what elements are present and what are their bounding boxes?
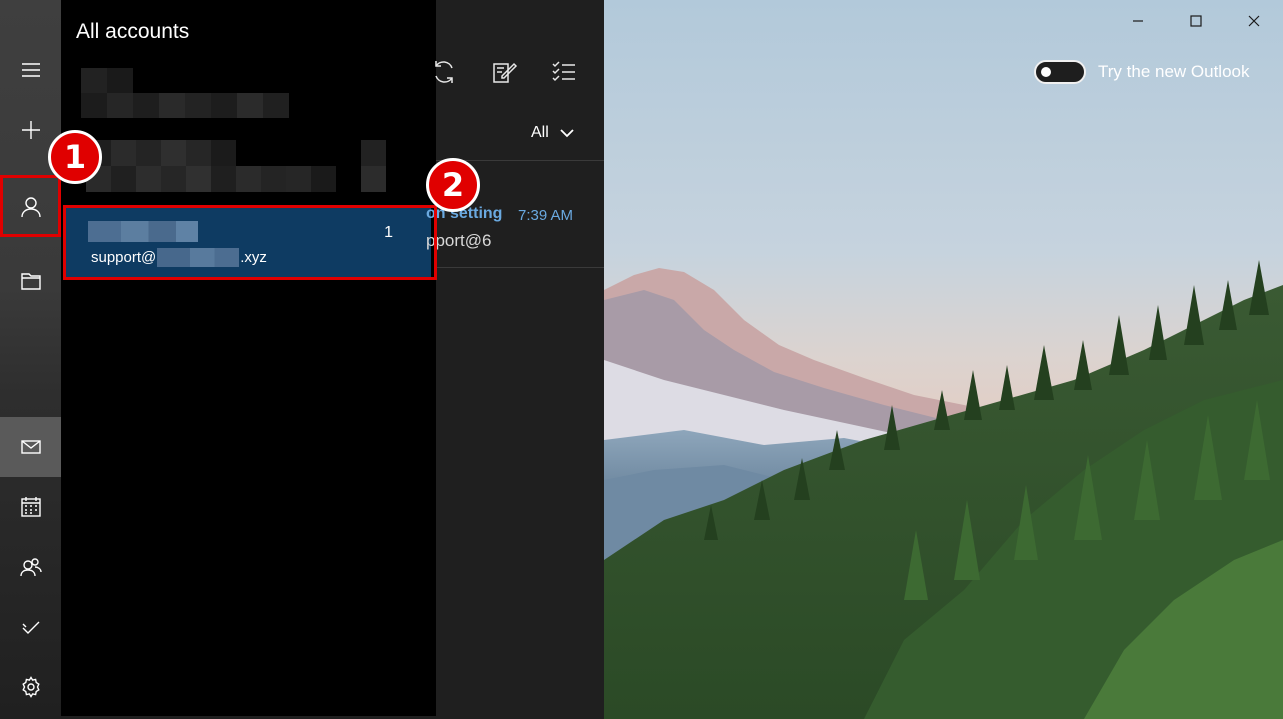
step2-badge: 2	[426, 158, 480, 212]
mail-icon	[20, 440, 41, 454]
filter-label: All	[531, 124, 549, 141]
todo-icon	[22, 621, 39, 634]
minimize-icon	[1133, 20, 1143, 22]
selection-mode-button[interactable]	[550, 58, 578, 86]
reading-pane: Try the new Outlook	[604, 0, 1283, 719]
settings-button[interactable]	[0, 657, 61, 717]
people-app-button[interactable]	[0, 537, 61, 597]
chevron-down-icon	[560, 129, 574, 138]
message-sender: pport@6	[426, 231, 492, 250]
sync-button[interactable]	[430, 58, 458, 86]
redacted-account-name[interactable]	[81, 68, 289, 118]
flyout-title: All accounts	[76, 20, 190, 43]
compose-edit-button[interactable]	[490, 58, 518, 86]
minimize-button[interactable]	[1109, 0, 1167, 42]
maximize-button[interactable]	[1167, 0, 1225, 42]
background-landscape-image	[604, 0, 1283, 719]
try-new-outlook-toggle[interactable]: Try the new Outlook	[1034, 60, 1250, 84]
maximize-icon	[1190, 15, 1202, 27]
close-button[interactable]	[1225, 0, 1283, 42]
redacted-account-email[interactable]	[86, 140, 386, 192]
list-divider	[436, 267, 604, 268]
try-new-outlook-label: Try the new Outlook	[1098, 62, 1250, 81]
collapse-menu-button[interactable]	[0, 40, 61, 100]
add-icon	[21, 121, 40, 139]
message-list-pane: All on setting 7:39 AM pport@6	[426, 0, 604, 719]
nav-rail	[0, 0, 61, 719]
message-time: 7:39 AM	[518, 207, 574, 224]
folder-icon	[20, 273, 41, 290]
settings-gear-icon	[21, 676, 40, 698]
accounts-flyout: All accounts 1 support@ .xyz	[61, 0, 436, 716]
select-checklist-icon	[552, 61, 575, 82]
step1-highlight-box	[0, 175, 61, 237]
window-controls	[1109, 0, 1283, 42]
toggle-switch[interactable]	[1034, 60, 1086, 84]
step2-highlight-box	[63, 205, 437, 280]
sync-icon	[435, 61, 453, 83]
hamburger-menu-icon	[21, 63, 40, 77]
calendar-icon	[20, 497, 41, 517]
step1-badge: 1	[48, 130, 102, 184]
folders-button[interactable]	[0, 251, 61, 311]
filter-dropdown[interactable]: All	[531, 124, 575, 142]
toggle-knob	[1041, 67, 1051, 77]
people-icon	[19, 558, 42, 577]
mail-app-button[interactable]	[0, 417, 61, 477]
todo-app-button[interactable]	[0, 597, 61, 657]
close-icon	[1248, 15, 1260, 27]
compose-icon	[493, 62, 518, 83]
calendar-app-button[interactable]	[0, 477, 61, 537]
